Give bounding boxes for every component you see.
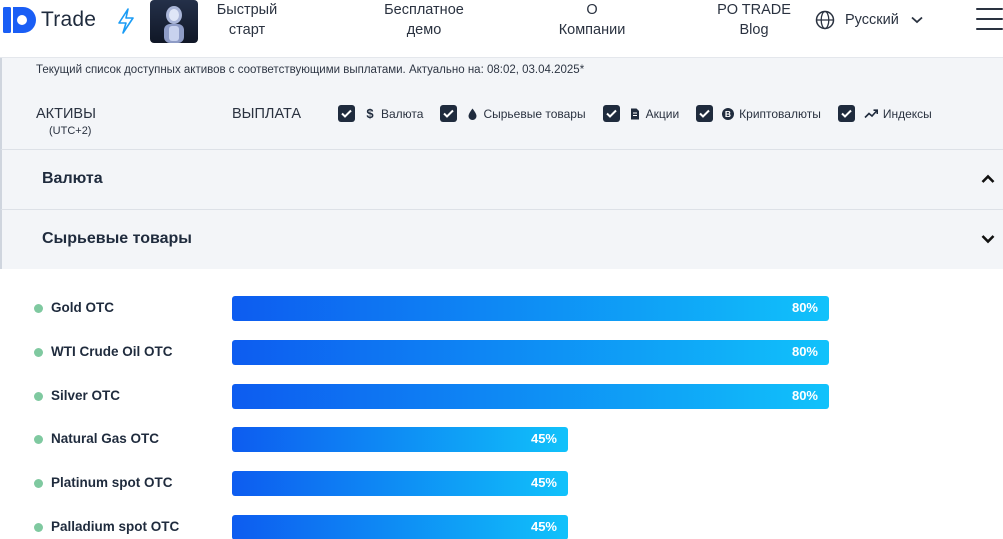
filter-indices[interactable]: Индексы <box>837 105 932 122</box>
drop-icon <box>466 108 478 120</box>
nav-blog[interactable]: PO TRADE Blog <box>714 0 794 40</box>
section-title: Валюта <box>42 170 103 187</box>
asset-row[interactable]: Silver OTC 80% <box>0 384 1003 410</box>
checkbox-checked-icon[interactable] <box>338 105 355 122</box>
status-dot-icon <box>34 479 43 488</box>
asset-name: Palladium spot OTC <box>51 519 180 534</box>
avatar-robot-icon <box>150 0 198 43</box>
svg-text:B: B <box>725 109 731 119</box>
payout-bar: 80% <box>232 340 829 365</box>
checkbox-checked-icon[interactable] <box>696 105 714 122</box>
language-label: Русский <box>845 12 899 28</box>
asset-name: Natural Gas OTC <box>51 431 160 446</box>
nav-about[interactable]: О Компании <box>555 0 629 40</box>
status-dot-icon <box>34 392 43 401</box>
payout-percent: 80% <box>791 300 818 315</box>
site-header: Trade Быстрый старт Бесплатное демо О Ко… <box>0 0 1003 58</box>
asset-row[interactable]: Palladium spot OTC 45% <box>0 515 1003 539</box>
status-dot-icon <box>34 304 43 313</box>
status-dot-icon <box>34 435 43 444</box>
checkbox-checked-icon[interactable] <box>837 105 855 122</box>
bitcoin-icon: B <box>722 107 735 120</box>
status-dot-icon <box>34 523 43 532</box>
payout-percent: 80% <box>791 344 818 359</box>
section-title: Сырьевые товары <box>42 230 192 247</box>
assets-column-label: АКТИВЫ <box>36 106 96 122</box>
chevron-down-icon <box>911 16 923 24</box>
payout-percent: 45% <box>530 475 557 490</box>
checkbox-checked-icon[interactable] <box>602 105 620 122</box>
filter-stocks[interactable]: Акции <box>602 105 679 122</box>
section-commodities[interactable]: Сырьевые товары <box>0 209 1003 269</box>
status-dot-icon <box>34 348 43 357</box>
asset-row[interactable]: Natural Gas OTC 45% <box>0 427 1003 453</box>
filter-crypto[interactable]: B Криптовалюты <box>696 105 821 122</box>
checkbox-checked-icon[interactable] <box>440 105 458 122</box>
info-text: Текущий список доступных активов с соотв… <box>36 64 585 76</box>
filter-currency[interactable]: $ Валюта <box>338 105 423 122</box>
filter-commodities[interactable]: Сырьевые товары <box>440 105 586 122</box>
payout-bar: 45% <box>232 471 568 496</box>
menu-icon[interactable] <box>976 8 1003 32</box>
assets-info-panel: Текущий список доступных активов с соотв… <box>0 58 1003 149</box>
nav-quick-start[interactable]: Быстрый старт <box>215 0 279 40</box>
asset-filters: $ Валюта Сырьевые товары Акции B Криптов… <box>338 105 949 122</box>
payout-percent: 45% <box>530 431 557 446</box>
timezone-label: (UTC+2) <box>49 125 92 137</box>
asset-row[interactable]: WTI Crude Oil OTC 80% <box>0 340 1003 366</box>
logo[interactable]: Trade <box>3 6 96 34</box>
payout-bar: 80% <box>232 384 829 409</box>
language-selector[interactable]: Русский <box>815 10 923 30</box>
payout-percent: 80% <box>791 388 818 403</box>
payout-bar: 80% <box>232 296 829 321</box>
trend-up-icon <box>864 108 878 120</box>
globe-icon <box>815 10 835 30</box>
lightning-icon[interactable] <box>116 8 136 34</box>
logo-icon <box>3 7 36 33</box>
document-icon <box>629 108 641 120</box>
svg-text:$: $ <box>366 107 374 120</box>
payout-bar: 45% <box>232 427 568 452</box>
payout-percent: 45% <box>530 519 557 534</box>
section-currency[interactable]: Валюта <box>0 149 1003 209</box>
avatar[interactable] <box>150 0 198 43</box>
asset-row[interactable]: Gold OTC 80% <box>0 296 1003 322</box>
asset-name: Platinum spot OTC <box>51 475 173 490</box>
asset-name: WTI Crude Oil OTC <box>51 344 173 359</box>
asset-name: Gold OTC <box>51 300 114 315</box>
asset-row[interactable]: Platinum spot OTC 45% <box>0 471 1003 497</box>
asset-list: Gold OTC 80% WTI Crude Oil OTC 80% Silve… <box>0 270 1003 539</box>
chevron-up-icon[interactable] <box>981 174 995 184</box>
chevron-down-icon[interactable] <box>981 234 995 244</box>
asset-name: Silver OTC <box>51 388 121 403</box>
payout-column-label: ВЫПЛАТА <box>232 106 302 122</box>
dollar-icon: $ <box>364 107 376 120</box>
nav-free-demo[interactable]: Бесплатное демо <box>380 0 468 40</box>
payout-bar: 45% <box>232 515 568 539</box>
logo-text: Trade <box>41 8 97 31</box>
